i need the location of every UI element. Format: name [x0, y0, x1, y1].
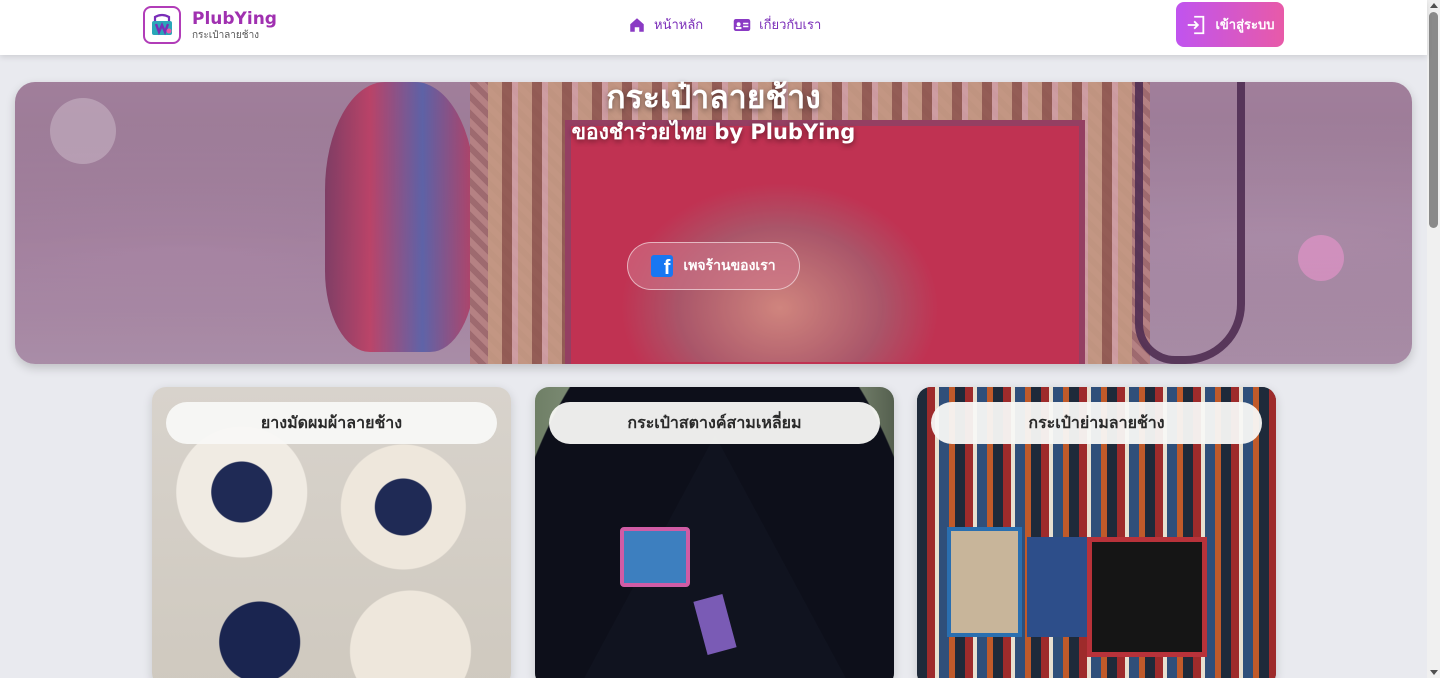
nav-item-home[interactable]: หน้าหลัก: [628, 14, 703, 35]
product-card[interactable]: ยางมัดผมผ้าลายช้าง: [152, 387, 511, 678]
brand[interactable]: PlubYing กระเป๋าลายช้าง: [143, 6, 277, 44]
product-title: ยางมัดผมผ้าลายช้าง: [166, 402, 497, 444]
hero-subtitle: ของชำร่วยไทย by PlubYing: [571, 120, 856, 144]
scroll-down-arrow-icon[interactable]: [1430, 670, 1438, 675]
navbar: PlubYing กระเป๋าลายช้าง หน้าหลัก เกี่ยวก…: [0, 0, 1427, 55]
home-icon: [630, 17, 644, 32]
scroll-up-arrow-icon[interactable]: [1430, 3, 1438, 8]
product-title: กระเป๋าย่ามลายช้าง: [931, 402, 1262, 444]
login-icon: [1188, 15, 1205, 34]
brand-logo-icon: [143, 6, 181, 44]
product-card[interactable]: กระเป๋าสตางค์สามเหลี่ยม: [535, 387, 894, 678]
nav-item-about[interactable]: เกี่ยวกับเรา: [733, 14, 821, 35]
nav-item-home-label: หน้าหลัก: [654, 18, 704, 33]
login-button-label: เข้าสู่ระบบ: [1215, 18, 1275, 33]
decorative-bubble: [1298, 235, 1344, 281]
facebook-icon: f: [651, 255, 674, 277]
brand-name: PlubYing: [192, 8, 277, 29]
main-nav: หน้าหลัก เกี่ยวกับเรา: [628, 14, 821, 35]
facebook-page-button-label: เพจร้านของเรา: [683, 258, 776, 274]
scrollbar-thumb[interactable]: [1429, 12, 1438, 228]
id-card-icon: [733, 18, 751, 31]
facebook-page-button[interactable]: f เพจร้านของเรา: [627, 242, 800, 290]
page-scrollbar[interactable]: [1427, 0, 1440, 678]
product-card[interactable]: กระเป๋าย่ามลายช้าง: [917, 387, 1276, 678]
nav-item-about-label: เกี่ยวกับเรา: [759, 18, 822, 33]
login-button[interactable]: เข้าสู่ระบบ: [1176, 2, 1284, 47]
brand-tagline: กระเป๋าลายช้าง: [192, 29, 260, 41]
product-title: กระเป๋าสตางค์สามเหลี่ยม: [549, 402, 880, 444]
